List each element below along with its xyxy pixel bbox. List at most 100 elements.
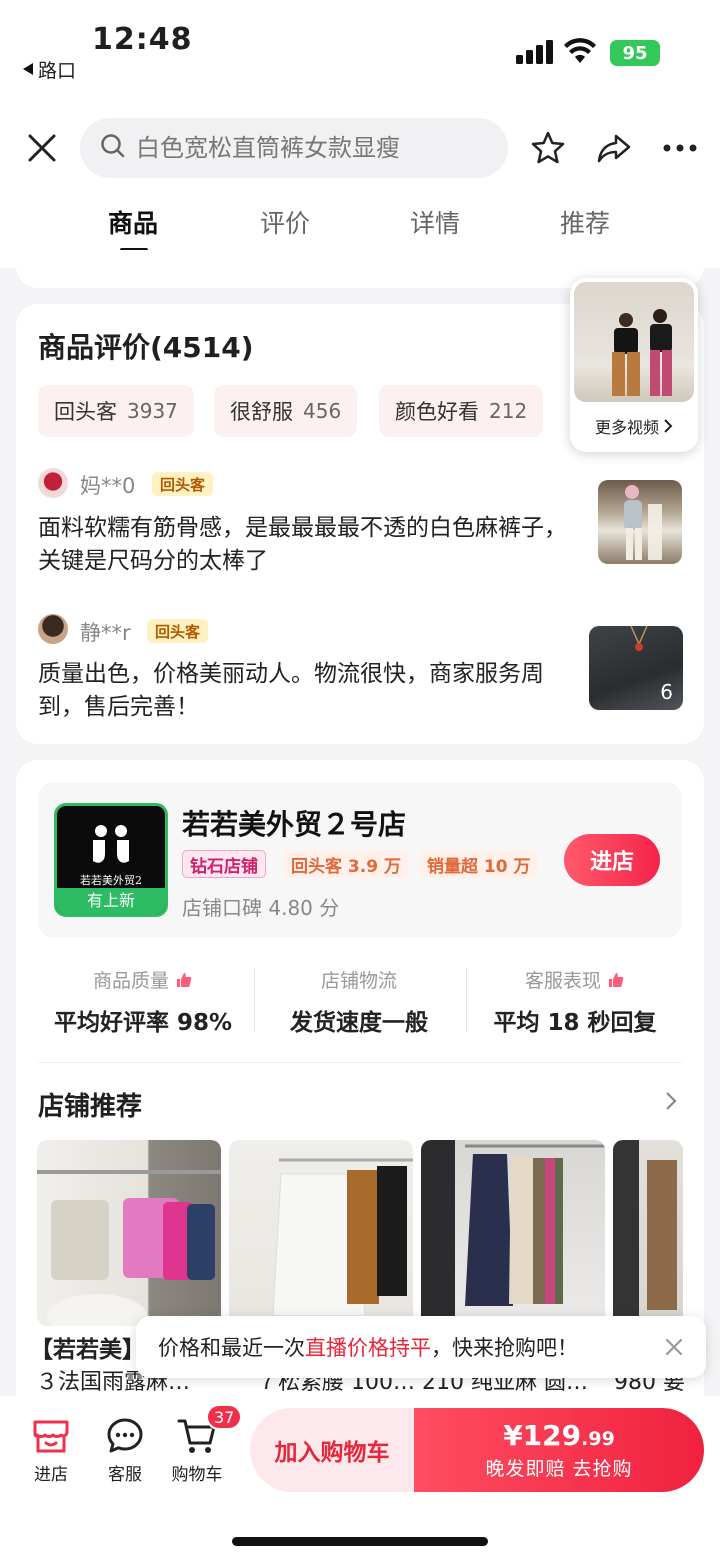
more-videos-link[interactable]: 更多视频 bbox=[570, 414, 698, 438]
photo-count: 6 bbox=[660, 680, 673, 704]
metric-logistics: 店铺物流 发货速度一般 bbox=[254, 966, 464, 1037]
review-chip-nice-color[interactable]: 颜色好看 212 bbox=[379, 385, 544, 437]
new-arrival-badge: 有上新 bbox=[57, 888, 165, 914]
diamond-shop-tag: 钻石店铺 bbox=[182, 850, 266, 878]
tab-details[interactable]: 详情 bbox=[402, 204, 468, 240]
review-text[interactable]: 质量出色，价格美丽动人。物流很快，商家服务周到，售后完善！ bbox=[38, 658, 568, 724]
review-photo[interactable] bbox=[598, 480, 682, 564]
add-to-cart-button[interactable]: 加入购物车 bbox=[250, 1408, 414, 1492]
status-time: 12:48 bbox=[92, 22, 193, 57]
bottom-action-bar: 进店 客服 购物车 37 加入购物车 ¥129.99 晚发即赔 去抢购 bbox=[0, 1396, 720, 1560]
review-photo[interactable]: 6 bbox=[589, 626, 683, 710]
toast-text-pre: 价格和最近一次 bbox=[158, 1336, 305, 1360]
toast-close-button[interactable] bbox=[660, 1333, 688, 1361]
toast-text-post: ，快来抢购吧！ bbox=[431, 1336, 578, 1360]
search-input[interactable] bbox=[136, 134, 496, 162]
chip-label: 回头客 bbox=[54, 400, 117, 424]
shop-logo[interactable]: 若若美外贸2 有上新 bbox=[54, 803, 168, 917]
recommend-product-image[interactable] bbox=[421, 1140, 605, 1326]
metric-value: 发货速度一般 bbox=[290, 1010, 428, 1036]
metric-customer-service: 客服表现 平均 18 秒回复 bbox=[470, 966, 680, 1037]
wifi-icon bbox=[563, 38, 597, 68]
chip-label: 颜色好看 bbox=[395, 400, 479, 424]
avatar bbox=[38, 468, 68, 498]
metric-value: 平均 18 秒回复 bbox=[493, 1010, 657, 1036]
enter-shop-button[interactable]: 进店 bbox=[564, 834, 660, 886]
chevron-right-icon bbox=[666, 1092, 677, 1110]
divider bbox=[38, 1062, 682, 1063]
favorite-button[interactable] bbox=[528, 128, 568, 168]
recommend-product-image[interactable] bbox=[613, 1140, 683, 1326]
avatar bbox=[38, 614, 68, 644]
review-chip-comfortable[interactable]: 很舒服 456 bbox=[214, 385, 358, 437]
store-icon bbox=[16, 1416, 86, 1456]
share-button[interactable] bbox=[594, 128, 634, 168]
review-text[interactable]: 面料软糯有筋骨感，是最最最最不透的白色麻裤子，关键是尺码分的太棒了 bbox=[38, 512, 568, 578]
chat-icon bbox=[90, 1416, 160, 1456]
chip-count: 3937 bbox=[127, 399, 178, 423]
chip-count: 212 bbox=[489, 399, 528, 423]
cellular-signal-icon bbox=[516, 40, 554, 68]
review-user-name: 静**r bbox=[80, 621, 131, 645]
returning-customer-badge: 回头客 bbox=[152, 472, 214, 496]
price-decimal: .99 bbox=[581, 1428, 615, 1450]
tab-product[interactable]: 商品 bbox=[100, 204, 166, 240]
more-button[interactable] bbox=[660, 128, 700, 168]
returning-customer-badge: 回头客 bbox=[147, 619, 209, 643]
cart-count-badge: 37 bbox=[206, 1404, 243, 1430]
returning-customer-tag: 回头客 3.9 万 bbox=[284, 850, 408, 878]
shop-recommend-title: 店铺推荐 bbox=[38, 1092, 143, 1122]
battery-level: 95 bbox=[622, 42, 648, 64]
search-icon bbox=[100, 133, 126, 163]
battery-indicator: 95 bbox=[610, 40, 660, 66]
star-icon bbox=[531, 131, 565, 164]
product-nav-bar: 商品 评价 详情 推荐 bbox=[0, 96, 720, 268]
metric-label: 客服表现 bbox=[524, 970, 601, 992]
metric-product-quality: 商品质量 平均好评率 98% bbox=[38, 966, 248, 1037]
search-bar[interactable] bbox=[80, 118, 508, 178]
metric-label: 店铺物流 bbox=[320, 970, 397, 992]
price-main: ¥129 bbox=[503, 1419, 582, 1452]
buy-now-button[interactable]: ¥129.99 晚发即赔 去抢购 bbox=[414, 1408, 704, 1492]
reviews-title[interactable]: 商品评价(4514) bbox=[38, 326, 254, 366]
chip-label: 很舒服 bbox=[230, 400, 293, 424]
service-label: 客服 bbox=[108, 1465, 142, 1485]
status-bar: 12:48 路口 95 bbox=[0, 0, 720, 96]
back-triangle-icon bbox=[22, 59, 34, 81]
chevron-right-icon bbox=[664, 419, 673, 433]
close-icon bbox=[28, 134, 56, 162]
store-button[interactable]: 进店 bbox=[16, 1416, 86, 1485]
divider bbox=[466, 968, 467, 1032]
metric-value: 平均好评率 98% bbox=[53, 1010, 233, 1036]
shop-logo-text: 若若美外贸2 bbox=[80, 874, 142, 887]
more-dots-icon bbox=[663, 144, 697, 152]
price: ¥129.99 bbox=[503, 1419, 615, 1452]
close-button[interactable] bbox=[22, 128, 62, 168]
video-thumbnail[interactable] bbox=[574, 282, 694, 402]
recommend-more-button[interactable] bbox=[664, 1090, 678, 1116]
review-user-name: 妈**0 bbox=[80, 474, 136, 498]
metric-label: 商品质量 bbox=[92, 970, 169, 992]
video-float-widget[interactable]: 更多视频 bbox=[570, 278, 698, 452]
thumbs-up-icon bbox=[609, 972, 624, 987]
shop-name[interactable]: 若若美外贸２号店 bbox=[182, 803, 406, 843]
tab-reviews[interactable]: 评价 bbox=[252, 204, 318, 240]
customer-service-button[interactable]: 客服 bbox=[90, 1416, 160, 1485]
home-indicator bbox=[232, 1537, 488, 1546]
buy-now-subtitle: 晚发即赔 去抢购 bbox=[485, 1458, 633, 1480]
cart-label: 购物车 bbox=[171, 1465, 223, 1485]
toast-text-highlight: 直播价格持平 bbox=[305, 1336, 431, 1360]
tab-recommend[interactable]: 推荐 bbox=[552, 204, 618, 240]
back-to-app-link[interactable]: 路口 bbox=[22, 56, 76, 83]
recommend-product-image[interactable] bbox=[229, 1140, 413, 1326]
share-icon bbox=[597, 134, 631, 163]
shop-rating: 店铺口碑 4.80 分 bbox=[182, 896, 340, 920]
recommend-product-image[interactable] bbox=[37, 1140, 221, 1326]
sales-volume-tag: 销量超 10 万 bbox=[420, 850, 538, 878]
price-toast[interactable]: 价格和最近一次 直播价格持平 ，快来抢购吧！ bbox=[136, 1316, 706, 1378]
recommend-caption: 【若若美】 bbox=[30, 1337, 145, 1363]
section-tabs: 商品 评价 详情 推荐 bbox=[0, 204, 720, 256]
more-videos-label: 更多视频 bbox=[594, 418, 659, 437]
review-chip-returning[interactable]: 回头客 3937 bbox=[38, 385, 194, 437]
close-icon bbox=[665, 1338, 683, 1356]
